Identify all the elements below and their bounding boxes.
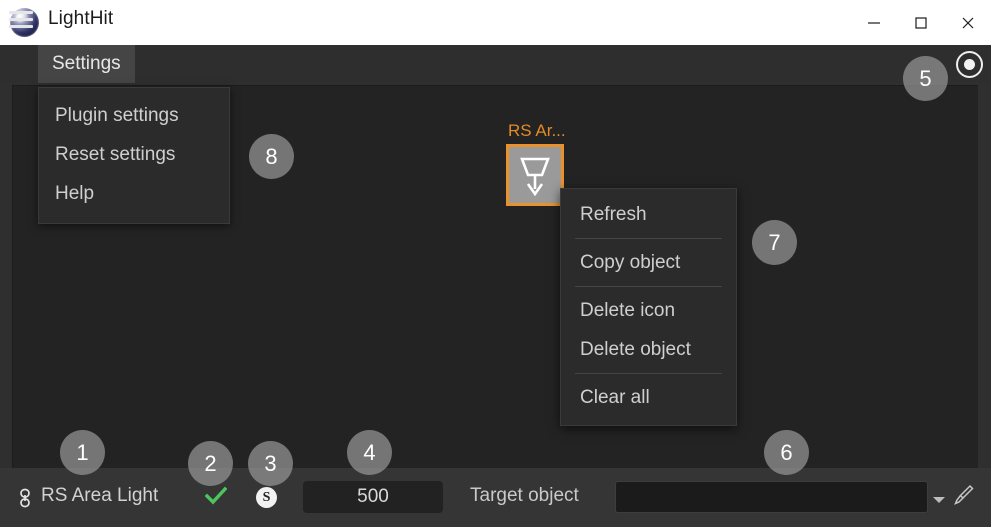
menu-item-reset-settings[interactable]: Reset settings	[39, 135, 229, 174]
context-item-copy-object[interactable]: Copy object	[561, 243, 736, 282]
maximize-button[interactable]	[897, 0, 944, 45]
badge-2: 2	[188, 441, 233, 486]
badge-7: 7	[752, 220, 797, 265]
object-name-label: RS Area Light	[41, 485, 159, 506]
context-item-clear-all[interactable]: Clear all	[561, 378, 736, 417]
chain-link-icon[interactable]	[16, 488, 34, 508]
canvas-object-label: RS Ar...	[508, 121, 566, 140]
context-menu-separator	[575, 286, 722, 287]
badge-4: 4	[347, 430, 392, 475]
badge-1: 1	[60, 430, 105, 475]
menu-item-help[interactable]: Help	[39, 174, 229, 213]
context-item-refresh[interactable]: Refresh	[561, 195, 736, 234]
badge-8: 8	[249, 134, 294, 179]
hamburger-menu-icon[interactable]	[9, 8, 33, 30]
badge-3: 3	[248, 441, 293, 486]
context-item-delete-icon[interactable]: Delete icon	[561, 291, 736, 330]
title-bar: LightHit	[0, 0, 991, 46]
green-check-icon[interactable]	[204, 486, 228, 511]
intensity-input[interactable]: 500	[303, 481, 443, 513]
app-window: LightHit Settings RS Ar... Plugin settin…	[0, 0, 991, 527]
area-light-down-arrow-icon[interactable]	[506, 144, 564, 206]
minimize-button[interactable]	[850, 0, 897, 45]
settings-dropdown-menu: Plugin settings Reset settings Help	[38, 87, 230, 224]
canvas-object[interactable]: RS Ar...	[506, 121, 566, 206]
s-circle-icon[interactable]: S	[256, 487, 277, 508]
window-title: LightHit	[48, 8, 114, 29]
context-menu-separator	[575, 238, 722, 239]
target-object-label: Target object	[470, 485, 579, 506]
object-context-menu: Refresh Copy object Delete icon Delete o…	[560, 188, 737, 426]
eyedropper-icon[interactable]	[953, 483, 975, 512]
context-menu-separator	[575, 373, 722, 374]
target-object-combobox[interactable]	[615, 481, 928, 513]
close-button[interactable]	[944, 0, 991, 45]
window-controls	[850, 0, 991, 45]
badge-6: 6	[764, 430, 809, 475]
tab-settings[interactable]: Settings	[38, 45, 135, 83]
context-item-delete-object[interactable]: Delete object	[561, 330, 736, 369]
chevron-down-icon[interactable]	[932, 492, 946, 510]
badge-5: 5	[903, 56, 948, 101]
menu-bar	[0, 45, 991, 83]
record-target-icon[interactable]	[956, 51, 983, 78]
menu-item-plugin-settings[interactable]: Plugin settings	[39, 96, 229, 135]
